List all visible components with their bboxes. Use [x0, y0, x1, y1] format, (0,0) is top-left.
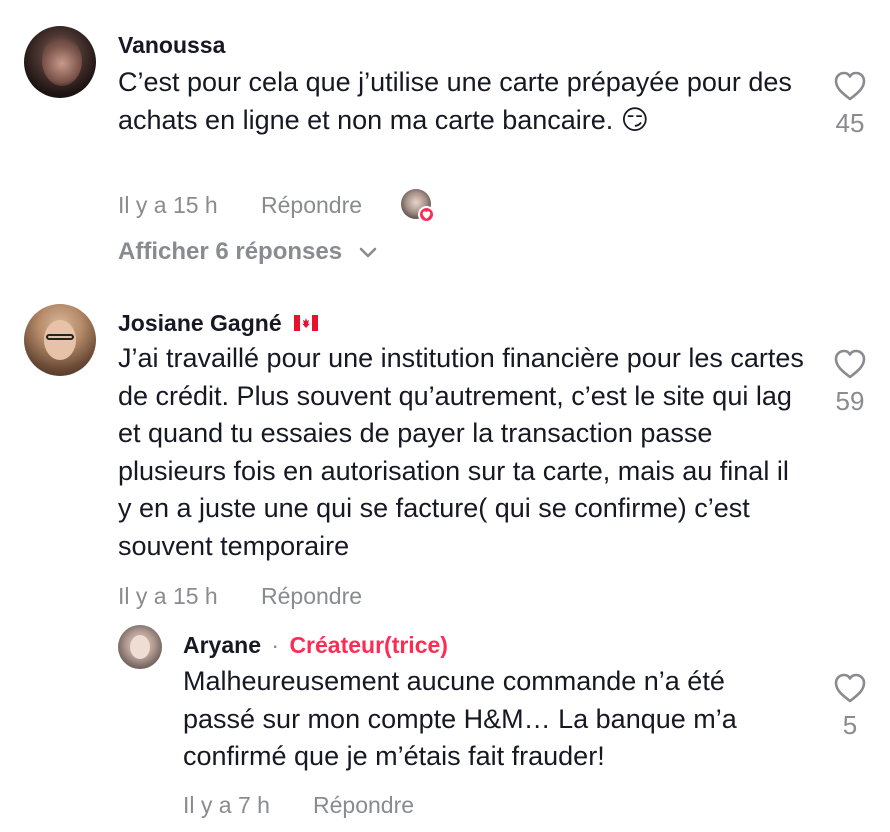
reply-button[interactable]: Répondre — [261, 583, 362, 610]
reply-button[interactable]: Répondre — [313, 792, 414, 819]
comment-timestamp: Il y a 15 h — [118, 192, 218, 218]
comment-text: C’est pour cela que j’utilise une carte … — [118, 67, 792, 135]
like-count: 45 — [835, 108, 865, 138]
comment-username[interactable]: Josiane Gagné — [118, 310, 319, 337]
username-text: Josiane Gagné — [118, 310, 282, 336]
separator-dot: · — [271, 632, 280, 658]
comment-timestamp: Il y a 15 h — [118, 583, 218, 609]
like-button[interactable]: 59 — [820, 348, 880, 417]
reply-username[interactable]: Aryane — [183, 632, 261, 658]
view-replies-button[interactable]: Afficher 6 réponses — [118, 238, 377, 266]
heart-outline-icon — [834, 71, 866, 101]
avatar[interactable] — [24, 304, 96, 376]
comment-username[interactable]: Vanoussa — [118, 32, 225, 59]
creator-like-heart-icon — [418, 206, 435, 223]
heart-outline-icon — [834, 349, 866, 379]
like-count: 59 — [835, 386, 865, 416]
reply-button[interactable]: Répondre — [261, 192, 362, 219]
like-button[interactable]: 5 — [820, 672, 880, 741]
view-replies-label: Afficher 6 réponses — [118, 238, 343, 265]
avatar[interactable] — [24, 26, 96, 98]
like-count: 5 — [842, 710, 858, 740]
avatar[interactable] — [118, 625, 162, 669]
reply-timestamp: Il y a 7 h — [183, 792, 270, 818]
canada-flag-icon — [294, 314, 319, 331]
heart-outline-icon — [834, 673, 866, 703]
reply-username-line: Aryane · Créateur(trice) — [183, 632, 448, 659]
like-button[interactable]: 45 — [820, 70, 880, 139]
reply-text: Malheureusement aucune commande n’a été … — [183, 666, 737, 771]
comment-text: J’ai travaillé pour une institution fina… — [118, 343, 804, 561]
chevron-down-icon — [359, 247, 376, 257]
creator-badge: Créateur(trice) — [289, 632, 448, 658]
creator-liked-badge — [401, 189, 435, 223]
